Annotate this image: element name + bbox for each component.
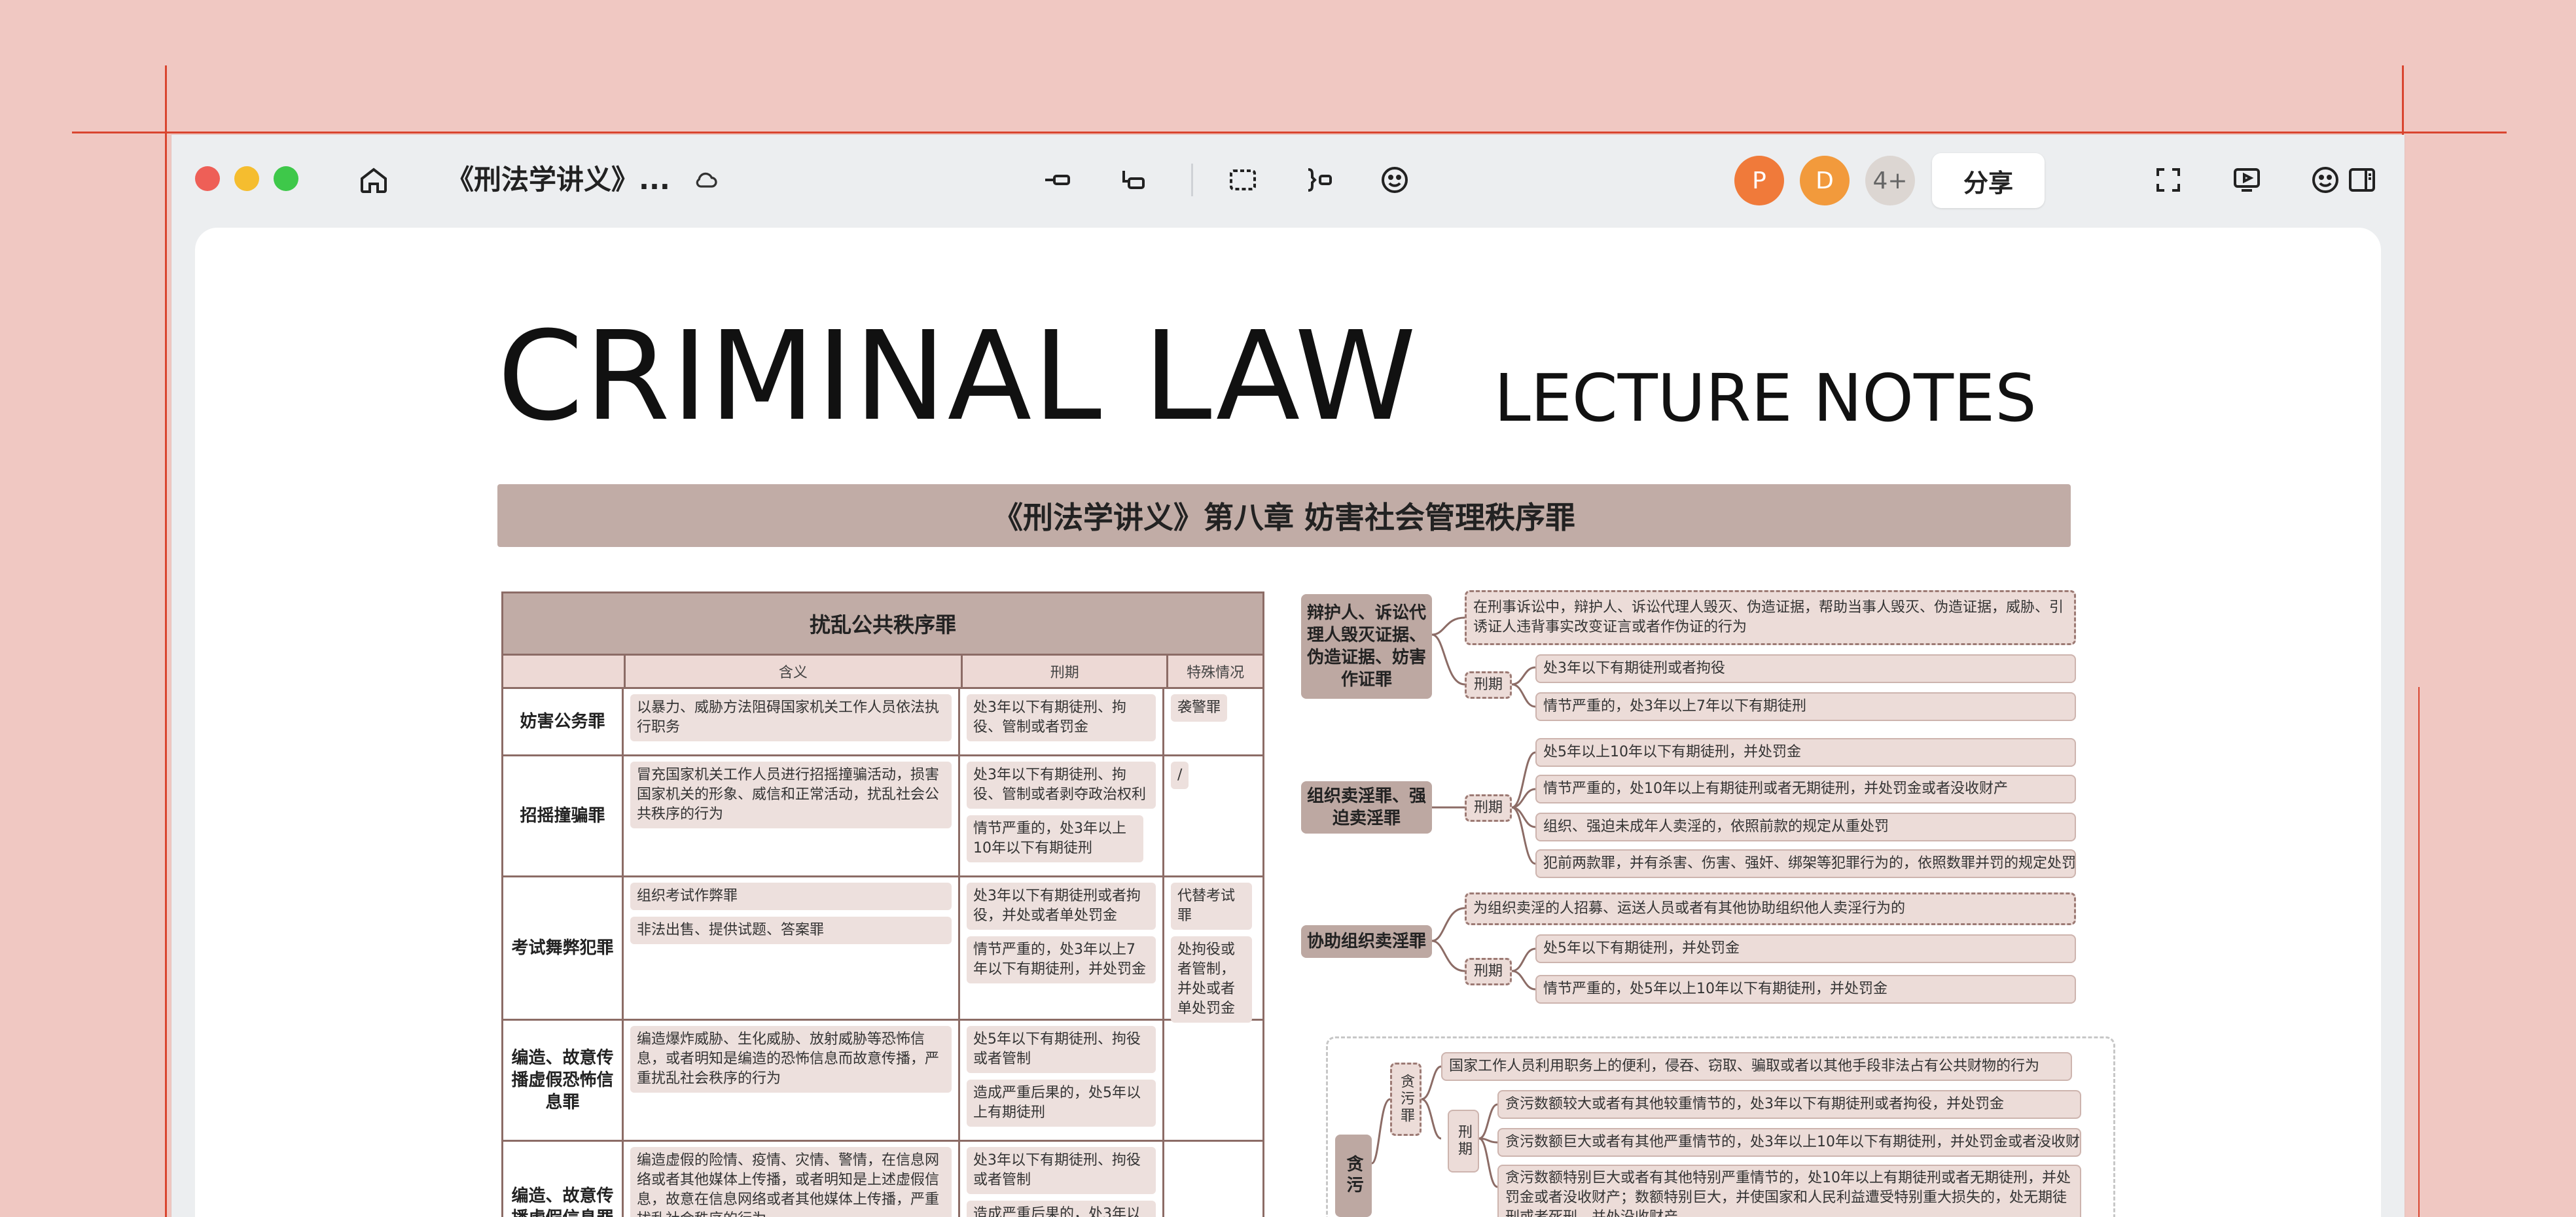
decor-line-right-2 [2418,687,2420,1217]
decor-line-top [72,132,2507,133]
minimize-window-button[interactable] [234,166,259,191]
fullscreen-icon[interactable] [2151,162,2186,198]
cloud-icon[interactable] [689,162,724,198]
table-header: 含义 刑期 特殊情况 [503,656,1262,689]
toolbar-divider [1191,164,1193,196]
table-row[interactable]: 编造、故意传播虚假恐怖信息罪 编造爆炸威胁、生化威胁、放射威胁等恐怖信息，或者明… [503,1021,1262,1142]
crime-name: 招摇撞骗罪 [503,756,624,875]
document-canvas[interactable]: CRIMINAL LAW LECTURE NOTES 《刑法学讲义》第八章 妨害… [195,228,2381,1217]
special-chip[interactable]: / [1171,762,1189,789]
table-row[interactable]: 考试舞弊犯罪 组织考试作弊罪 非法出售、提供试题、答案罪 处3年以下有期徒刑或者… [503,877,1262,1023]
mindmap-leaf[interactable]: 情节严重的，处5年以上10年以下有期徒刑，并处罚金 [1535,975,2076,1004]
table-row[interactable]: 妨害公务罪 以暴力、威胁方法阻碍国家机关工作人员依法执行职务 处3年以下有期徒刑… [503,689,1262,756]
mindmap-tag[interactable]: 贪污罪 [1390,1063,1422,1136]
meaning-chip[interactable]: 组织考试作弊罪 [630,883,952,910]
page-heading: CRIMINAL LAW [497,305,1418,448]
emoji-icon[interactable] [1377,162,1412,198]
special-chip[interactable]: 处拘役或者管制，并处或者单处罚金 [1171,936,1252,1023]
table-title: 扰乱公共秩序罪 [503,593,1262,656]
avatar-initial: P [1752,167,1766,194]
penalty-chip[interactable]: 造成严重后果的，处5年以上有期徒刑 [967,1080,1156,1127]
mindmap-definition[interactable]: 在刑事诉讼中，辩护人、诉讼代理人毁灭、伪造证据，帮助当事人毁灭、伪造证据，威胁、… [1465,590,2076,645]
document-title[interactable]: 《刑法学讲义》... [446,162,670,198]
home-icon[interactable] [356,162,391,198]
special-chip[interactable]: 代替考试罪 [1171,883,1252,930]
maximize-window-button[interactable] [274,166,298,191]
mindmap-leaf[interactable]: 贪污数额特别巨大或者有其他特别严重情节的，处10年以上有期徒刑或者无期徒刑，并处… [1497,1165,2081,1217]
crime-name: 编造、故意传播虚假信息罪 [503,1142,624,1217]
mindmap-leaf[interactable]: 犯前两款罪，并有杀害、伤害、强奸、绑架等犯罪行为的，依照数罪并罚的规定处罚 [1535,849,2076,878]
mindmap-leaf[interactable]: 处5年以下有期徒刑，并处罚金 [1535,934,2076,963]
mindmap-node[interactable]: 协助组织卖淫罪 [1301,925,1432,958]
table-header-cell: 特殊情况 [1187,665,1245,681]
mindmap-leaf[interactable]: 处3年以下有期徒刑或者拘役 [1535,654,2076,683]
mindmap-definition[interactable]: 为组织卖淫的人招募、运送人员或者有其他协助组织他人卖淫行为的 [1465,892,2076,925]
table-header-cell: 刑期 [963,656,1169,687]
avatar-initial: 4+ [1872,167,1908,194]
penalty-chip[interactable]: 处3年以下有期徒刑、拘役或者管制 [967,1147,1156,1194]
summary-icon[interactable] [1301,162,1336,198]
penalty-chip[interactable]: 处3年以下有期徒刑或者拘役，并处或者单处罚金 [967,883,1156,930]
meaning-chip[interactable]: 以暴力、威胁方法阻碍国家机关工作人员依法执行职务 [630,694,952,741]
feedback-emoji-icon[interactable] [2308,162,2343,198]
meaning-chip[interactable]: 非法出售、提供试题、答案罪 [630,917,952,944]
close-window-button[interactable] [195,166,220,191]
more-collaborators-badge[interactable]: 4+ [1865,156,1915,205]
meaning-chip[interactable]: 冒充国家机关工作人员进行招摇撞骗活动，损害国家机关的形象、威信和正常活动，扰乱社… [630,762,952,828]
chapter-title[interactable]: 《刑法学讲义》第八章 妨害社会管理秩序罪 [497,484,2071,547]
mindmap-tag[interactable]: 刑期 [1465,794,1512,822]
mindmap-tag[interactable]: 刑期 [1448,1110,1479,1173]
mindmap-leaf[interactable]: 贪污数额较大或者有其他较重情节的，处3年以下有期徒刑或者拘役，并处罚金 [1497,1090,2081,1119]
meaning-chip[interactable]: 编造虚假的险情、疫情、灾情、警情，在信息网络或者其他媒体上传播，或者明知是上述虚… [630,1147,952,1217]
share-button[interactable]: 分享 [1932,153,2045,208]
insert-subtopic-icon[interactable] [1115,162,1151,198]
crime-name: 考试舞弊犯罪 [503,877,624,1019]
penalty-chip[interactable]: 处3年以下有期徒刑、拘役、管制或者剥夺政治权利 [967,762,1156,809]
mindmap-leaf[interactable]: 情节严重的，处10年以上有期徒刑或者无期徒刑，并处罚金或者没收财产 [1535,775,2076,803]
avatar-initial: D [1816,167,1834,194]
mindmap-node[interactable]: 组织卖淫罪、强迫卖淫罪 [1301,781,1432,834]
mindmap-node[interactable]: 贪污 [1335,1135,1372,1217]
mindmap-leaf[interactable]: 组织、强迫未成年人卖淫的，依照前款的规定从重处罚 [1535,813,2076,841]
avatar[interactable]: D [1800,156,1850,205]
avatar[interactable]: P [1734,156,1784,205]
table-header-cell [503,656,626,687]
sidebar-toggle-icon[interactable] [2344,162,2380,198]
boundary-icon[interactable] [1225,162,1261,198]
crime-table[interactable]: 扰乱公共秩序罪 含义 刑期 特殊情况 妨害公务罪 以暴力、威胁方法阻碍国家机关工… [501,591,1264,1217]
table-row[interactable]: 编造、故意传播虚假信息罪 编造虚假的险情、疫情、灾情、警情，在信息网络或者其他媒… [503,1142,1262,1217]
app-window: 《刑法学讲义》... P D 4+ 分享 CRIMINAL LAW LECTUR… [171,135,2405,1217]
decor-line-left [165,65,167,1217]
present-icon[interactable] [2229,162,2264,198]
penalty-chip[interactable]: 造成严重后果的，处3年以上 [967,1201,1156,1217]
table-header-cell: 含义 [626,656,963,687]
mindmap-leaf[interactable]: 情节严重的，处3年以上7年以下有期徒刑 [1535,692,2076,721]
mindmap-leaf[interactable]: 贪污数额巨大或者有其他严重情节的，处3年以上10年以下有期徒刑，并处罚金或者没收… [1497,1128,2081,1157]
table-row[interactable]: 招摇撞骗罪 冒充国家机关工作人员进行招摇撞骗活动，损害国家机关的形象、威信和正常… [503,756,1262,877]
special-chip[interactable]: 袭警罪 [1171,694,1228,722]
penalty-chip[interactable]: 情节严重的，处3年以上10年以下有期徒刑 [967,815,1143,862]
crime-name: 编造、故意传播虚假恐怖信息罪 [503,1021,624,1140]
page-subheading: LECTURE NOTES [1494,360,2037,436]
mindmap-node[interactable]: 辩护人、诉讼代理人毁灭证据、伪造证据、妨害作证罪 [1301,594,1432,699]
mindmap-leaf[interactable]: 处5年以上10年以下有期徒刑，并处罚金 [1535,738,2076,767]
mindmap-tag[interactable]: 刑期 [1465,671,1512,699]
mindmap-definition[interactable]: 国家工作人员利用职务上的便利，侵吞、窃取、骗取或者以其他手段非法占有公共财物的行… [1441,1052,2072,1081]
penalty-chip[interactable]: 情节严重的，处3年以上7年以下有期徒刑，并处罚金 [967,936,1156,983]
penalty-chip[interactable]: 处3年以下有期徒刑、拘役、管制或者罚金 [967,694,1156,741]
meaning-chip[interactable]: 编造爆炸威胁、生化威胁、放射威胁等恐怖信息，或者明知是编造的恐怖信息而故意传播，… [630,1026,952,1093]
title-bar: 《刑法学讲义》... P D 4+ 分享 [171,135,2405,228]
mindmap-tag[interactable]: 刑期 [1465,958,1512,985]
crime-name: 妨害公务罪 [503,689,624,754]
penalty-chip[interactable]: 处5年以下有期徒刑、拘役或者管制 [967,1026,1156,1073]
insert-topic-icon[interactable] [1039,162,1075,198]
